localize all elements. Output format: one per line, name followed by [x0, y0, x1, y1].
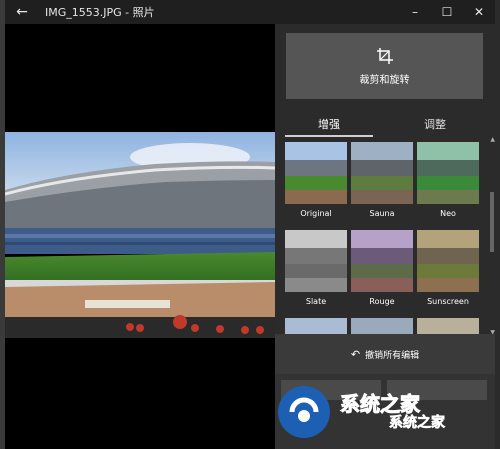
stadium-photo[interactable]	[5, 132, 275, 338]
window-title: IMG_1553.JPG - 照片	[45, 6, 155, 19]
filter-sunscreen[interactable]: Sunscreen	[417, 230, 479, 306]
back-button[interactable]: ←	[5, 0, 39, 24]
minimize-button[interactable]: –	[399, 0, 431, 24]
bottom-action-bar	[275, 374, 495, 449]
filter-thumbnail	[417, 230, 479, 292]
title-bar: ← IMG_1553.JPG - 照片 – ☐ ✕	[5, 0, 495, 24]
filter-thumbnail	[417, 142, 479, 204]
save-copy-button[interactable]	[281, 380, 381, 400]
filter-thumbnail	[285, 318, 347, 334]
crop-rotate-label: 裁剪和旋转	[359, 74, 410, 86]
tab-adjust[interactable]: 调整	[395, 111, 475, 137]
photos-app-window: ← IMG_1553.JPG - 照片 – ☐ ✕ 裁剪和旋转 增强 调整 Or…	[5, 0, 495, 449]
undo-all-edits-button[interactable]: ↶ 撤销所有编辑	[275, 334, 495, 374]
filter-label: Sauna	[369, 209, 395, 218]
filter-original[interactable]: Original	[285, 142, 347, 218]
filter-label: Sunscreen	[427, 297, 469, 306]
scroll-thumb[interactable]	[490, 192, 494, 252]
filter-thumbnail	[351, 318, 413, 334]
filter-thumbnail	[351, 230, 413, 292]
filter-rouge[interactable]: Rouge	[351, 230, 413, 306]
filter-row3-1[interactable]	[285, 318, 347, 334]
filter-label: Neo	[440, 209, 456, 218]
filter-label: Original	[300, 209, 332, 218]
filter-label: Slate	[305, 297, 327, 306]
maximize-icon: ☐	[441, 5, 453, 19]
crop-rotate-button[interactable]: 裁剪和旋转	[286, 33, 483, 99]
close-icon: ✕	[473, 5, 485, 19]
minimize-icon: –	[412, 5, 418, 19]
filter-thumbnail	[285, 230, 347, 292]
filter-sauna[interactable]: Sauna	[351, 142, 413, 218]
save-button[interactable]	[387, 380, 487, 400]
undo-all-edits-label: 撤销所有编辑	[365, 350, 420, 361]
filter-row3-2[interactable]	[351, 318, 413, 334]
crop-icon	[376, 47, 393, 64]
tab-enhance[interactable]: 增强	[285, 111, 373, 137]
filter-neo[interactable]: Neo	[417, 142, 479, 218]
filter-label: Rouge	[369, 297, 395, 306]
close-button[interactable]: ✕	[463, 0, 495, 24]
back-arrow-icon: ←	[16, 4, 28, 20]
photo-canvas	[5, 24, 275, 449]
active-tab-indicator	[285, 135, 373, 137]
filter-thumbnail	[351, 142, 413, 204]
filter-thumbnail	[285, 142, 347, 204]
edit-tabs: 增强 调整	[275, 111, 495, 137]
filter-slate[interactable]: Slate	[285, 230, 347, 306]
window-controls: – ☐ ✕	[399, 0, 495, 24]
undo-icon: ↶	[350, 347, 361, 361]
desktop-edge-right	[495, 0, 500, 449]
maximize-button[interactable]: ☐	[431, 0, 463, 24]
filter-thumbnail	[417, 318, 479, 334]
filter-row3-3[interactable]	[417, 318, 479, 334]
edit-panel: 裁剪和旋转 增强 调整 Original Sauna Neo Slate Rou…	[275, 24, 495, 449]
